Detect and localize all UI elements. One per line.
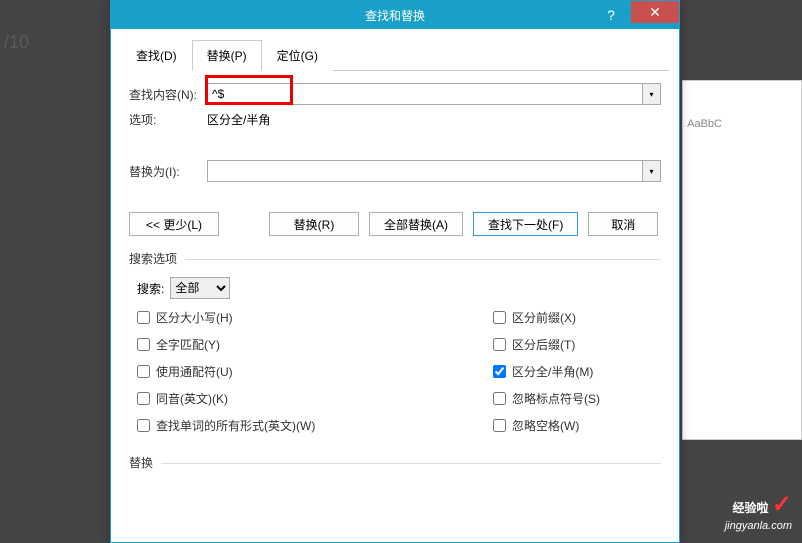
dialog-title: 查找和替换 bbox=[365, 7, 425, 24]
search-direction-select[interactable]: 全部 bbox=[170, 277, 230, 299]
less-button[interactable]: << 更少(L) bbox=[129, 212, 219, 236]
find-label: 查找内容(N): bbox=[129, 86, 207, 103]
help-icon[interactable]: ? bbox=[591, 1, 631, 29]
search-direction-label: 搜索: bbox=[137, 280, 164, 297]
chk-ignore-punct[interactable]: 忽略标点符号(S) bbox=[493, 390, 653, 407]
replace-group: 替换 bbox=[129, 454, 661, 471]
checks-left-col: 区分大小写(H) 全字匹配(Y) 使用通配符(U) 同音(英文)(K) 查找单词… bbox=[137, 309, 493, 434]
tab-goto[interactable]: 定位(G) bbox=[262, 40, 333, 71]
find-input[interactable] bbox=[207, 83, 661, 105]
chevron-down-icon[interactable]: ▾ bbox=[642, 84, 660, 104]
chk-match-case[interactable]: 区分大小写(H) bbox=[137, 309, 493, 326]
chk-fullhalf[interactable]: 区分全/半角(M) bbox=[493, 363, 653, 380]
titlebar: 查找和替换 ? ✕ bbox=[111, 1, 679, 29]
options-label: 选项: bbox=[129, 111, 207, 128]
replace-input[interactable] bbox=[207, 160, 661, 182]
chk-whole-word[interactable]: 全字匹配(Y) bbox=[137, 336, 493, 353]
cancel-button[interactable]: 取消 bbox=[588, 212, 658, 236]
bg-text: 先打开要替换英文 所示： bbox=[0, 96, 96, 148]
search-options-group: 搜索选项 bbox=[129, 250, 661, 267]
chk-prefix[interactable]: 区分前缀(X) bbox=[493, 309, 653, 326]
replace-all-button[interactable]: 全部替换(A) bbox=[369, 212, 463, 236]
bg-panel bbox=[682, 80, 802, 440]
replace-label: 替换为(I): bbox=[129, 163, 207, 180]
chk-suffix[interactable]: 区分后缀(T) bbox=[493, 336, 653, 353]
check-icon: ✓ bbox=[772, 491, 792, 518]
chevron-down-icon[interactable]: ▾ bbox=[642, 161, 660, 181]
find-replace-dialog: 查找和替换 ? ✕ 查找(D) 替换(P) 定位(G) 查找内容(N): ▾ 选… bbox=[110, 0, 680, 543]
chk-wildcards[interactable]: 使用通配符(U) bbox=[137, 363, 493, 380]
tabs: 查找(D) 替换(P) 定位(G) bbox=[121, 39, 669, 71]
watermark: 经验啦 ✓ jingyanla.com bbox=[725, 491, 792, 533]
chk-all-forms[interactable]: 查找单词的所有形式(英文)(W) bbox=[137, 417, 493, 434]
tab-replace[interactable]: 替换(P) bbox=[192, 40, 262, 71]
bg-page-num: /10 bbox=[4, 32, 29, 53]
options-value: 区分全/半角 bbox=[207, 111, 270, 128]
checks-right-col: 区分前缀(X) 区分后缀(T) 区分全/半角(M) 忽略标点符号(S) 忽略空格… bbox=[493, 309, 653, 434]
find-next-button[interactable]: 查找下一处(F) bbox=[473, 212, 578, 236]
chk-sounds-like[interactable]: 同音(英文)(K) bbox=[137, 390, 493, 407]
bg-style-sample: AaBbC bbox=[687, 118, 722, 130]
close-button[interactable]: ✕ bbox=[631, 1, 679, 23]
tab-find[interactable]: 查找(D) bbox=[121, 40, 192, 71]
chk-ignore-space[interactable]: 忽略空格(W) bbox=[493, 417, 653, 434]
replace-button[interactable]: 替换(R) bbox=[269, 212, 359, 236]
